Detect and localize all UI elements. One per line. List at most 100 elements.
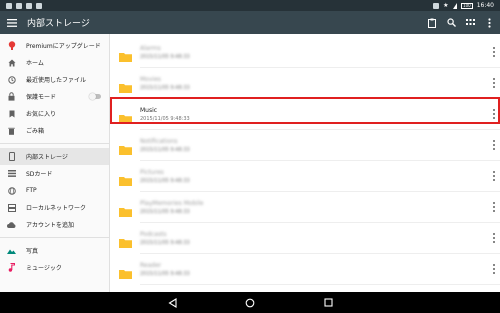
- sidebar-item-label: アカウントを追加: [26, 222, 75, 229]
- file-name: Alarms: [140, 44, 161, 52]
- file-row[interactable]: Podcasts 2015/11/05 9:48:33: [110, 222, 500, 254]
- sidebar-item-label: ミュージック: [26, 265, 62, 272]
- file-date: 2015/11/05 9:48:33: [140, 146, 190, 153]
- sidebar-item-favorites[interactable]: お気に入り: [0, 105, 109, 122]
- recents-icon[interactable]: [322, 297, 334, 309]
- overflow-menu-icon[interactable]: [484, 17, 494, 29]
- sidebar-item-add-account[interactable]: アカウントを追加: [0, 216, 109, 233]
- sidebar-item-photos[interactable]: 写真: [0, 242, 109, 259]
- file-text: Reader 2015/11/05 9:48:33: [140, 262, 190, 277]
- more-options-icon[interactable]: [492, 78, 495, 88]
- lock-icon: [7, 92, 16, 101]
- file-text: Alarms 2015/11/05 9:48:33: [140, 45, 190, 60]
- search-icon[interactable]: [446, 17, 456, 29]
- folder-icon: [119, 140, 132, 155]
- more-options-icon[interactable]: [492, 233, 495, 243]
- status-right: ★ 100 16:40: [433, 2, 494, 9]
- photo-icon: [7, 246, 16, 255]
- more-options-icon[interactable]: [492, 171, 495, 181]
- hamburger-menu-icon[interactable]: [6, 17, 18, 29]
- file-text: PlayMemories Mobile 2015/11/05 9:48:33: [140, 200, 203, 215]
- sidebar-item-home[interactable]: ホーム: [0, 54, 109, 71]
- file-name: Podcasts: [140, 230, 167, 238]
- bookmark-icon: [7, 109, 16, 118]
- sidebar-item-label: ホーム: [26, 60, 44, 67]
- file-text: Pictures 2015/11/05 9:48:33: [140, 169, 190, 184]
- file-row[interactable]: Reader 2015/11/05 9:48:33: [110, 253, 500, 285]
- wifi-icon: [453, 2, 458, 9]
- more-options-icon[interactable]: [492, 202, 495, 212]
- file-text: Podcasts 2015/11/05 9:48:33: [140, 231, 190, 246]
- file-row[interactable]: Pictures 2015/11/05 9:48:33: [110, 160, 500, 192]
- folder-icon: [119, 264, 132, 279]
- video-icon: [36, 2, 42, 9]
- file-name: PlayMemories Mobile: [140, 199, 204, 207]
- file-row[interactable]: Alarms 2015/11/05 9:48:33: [110, 36, 500, 68]
- more-options-icon[interactable]: [492, 47, 495, 57]
- sidebar-item-label: 内部ストレージ: [26, 154, 68, 161]
- sidebar-item-ftp[interactable]: FTP: [0, 182, 109, 199]
- sidebar-item-sdcard[interactable]: SDカード: [0, 165, 109, 182]
- file-text: Notifications 2015/11/05 9:48:33: [140, 138, 190, 153]
- premium-icon: [7, 41, 16, 50]
- grid-view-icon[interactable]: [465, 17, 475, 29]
- system-navigation-bar: [0, 292, 500, 313]
- sidebar-item-internal-storage[interactable]: 内部ストレージ: [0, 148, 109, 165]
- sidebar-item-label: 写真: [26, 248, 39, 255]
- sidebar-item-protected[interactable]: 保護モード: [0, 88, 109, 105]
- selection-highlight-box: [110, 97, 500, 124]
- status-time: 16:40: [476, 2, 494, 9]
- folder-icon: [119, 78, 132, 93]
- sidebar-item-label: FTP: [26, 187, 37, 194]
- file-date: 2015/11/05 9:48:33: [140, 177, 190, 184]
- app-toolbar: 内部ストレージ: [0, 11, 500, 34]
- sidebar-item-premium[interactable]: Premiumにアップグレード: [0, 37, 109, 54]
- music-icon: [7, 263, 16, 272]
- sidebar-item-label: ローカルネットワーク: [26, 205, 87, 212]
- file-date: 2015/11/05 9:48:33: [140, 84, 190, 91]
- file-date: 2015/11/05 9:48:33: [140, 208, 190, 215]
- sidebar-item-recent[interactable]: 最近使用したファイル: [0, 71, 109, 88]
- sidebar-item-local-network[interactable]: ローカルネットワーク: [0, 199, 109, 216]
- back-icon[interactable]: [166, 297, 178, 309]
- nfc-icon: [433, 2, 440, 9]
- sidebar-item-trash[interactable]: ごみ箱: [0, 122, 109, 139]
- sidebar-item-label: SDカード: [26, 171, 53, 178]
- history-icon: [7, 75, 16, 84]
- file-date: 2015/11/05 9:48:33: [140, 270, 190, 277]
- sidebar-item-label: お気に入り: [26, 111, 57, 118]
- navigation-drawer: Premiumにアップグレード ホーム 最近使用したファイル 保護モード お気に…: [0, 34, 110, 292]
- battery-indicator: 100: [461, 2, 473, 9]
- status-bar: ★ 100 16:40: [0, 0, 500, 11]
- file-row[interactable]: PlayMemories Mobile 2015/11/05 9:48:33: [110, 191, 500, 223]
- sidebar-item-label: ごみ箱: [26, 128, 45, 135]
- sdcard-icon: [7, 169, 16, 178]
- file-list: Alarms 2015/11/05 9:48:33 Movies 2015/11/05…: [110, 34, 500, 310]
- trash-icon: [7, 126, 16, 135]
- location-icon: [6, 2, 12, 9]
- home-button-icon[interactable]: [244, 297, 256, 309]
- notification-icon: [16, 2, 22, 9]
- folder-icon: [119, 47, 132, 62]
- file-row[interactable]: Notifications 2015/11/05 9:48:33: [110, 129, 500, 161]
- more-options-icon[interactable]: [492, 264, 495, 274]
- home-icon: [7, 58, 16, 67]
- globe-icon: [7, 186, 16, 195]
- folder-icon: [119, 202, 132, 217]
- more-options-icon[interactable]: [492, 140, 495, 150]
- file-name: Pictures: [140, 168, 164, 176]
- sidebar-divider: [0, 237, 109, 238]
- toolbar-title: 内部ストレージ: [27, 19, 90, 29]
- file-name: Movies: [140, 75, 161, 83]
- protected-mode-toggle[interactable]: [89, 93, 101, 100]
- status-left: [6, 2, 42, 9]
- phone-icon: [7, 152, 16, 161]
- folder-icon: [119, 233, 132, 248]
- image-icon: [26, 2, 32, 9]
- file-row[interactable]: Movies 2015/11/05 9:48:33: [110, 67, 500, 99]
- sidebar-divider: [0, 143, 109, 144]
- sidebar-item-music[interactable]: ミュージック: [0, 259, 109, 276]
- clipboard-icon[interactable]: [427, 17, 437, 29]
- toolbar-actions: [427, 17, 494, 29]
- file-date: 2015/11/05 9:48:33: [140, 239, 190, 246]
